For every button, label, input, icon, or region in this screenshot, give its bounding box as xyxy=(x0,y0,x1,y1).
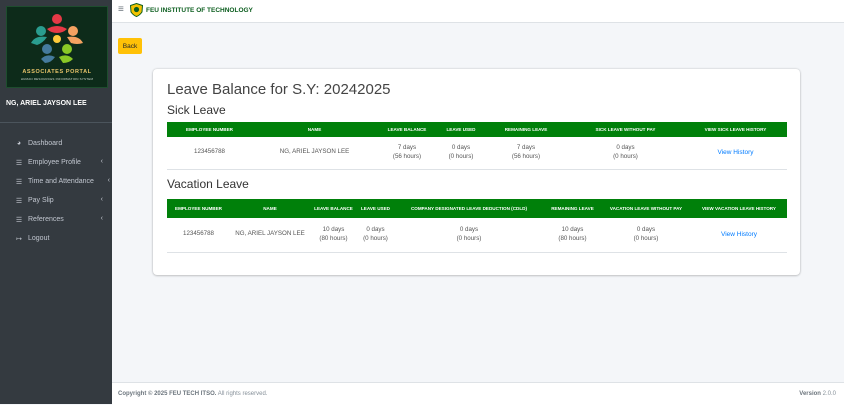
remaining-leave-cell: 7 days (56 hours) xyxy=(485,137,567,170)
column-header: REMAINING LEAVE xyxy=(544,199,601,218)
sidebar: ASSOCIATES PORTAL HUMAN RESOURCES INFORM… xyxy=(0,0,112,404)
column-header: LEAVE BALANCE xyxy=(310,199,357,218)
name-cell: NG, ARIEL JAYSON LEE xyxy=(230,218,310,253)
remaining-leave-cell: 10 days (80 hours) xyxy=(544,218,601,253)
people-logo-icon xyxy=(31,14,83,63)
table-header-row: EMPLOYEE NUMBER NAME LEAVE BALANCE LEAVE… xyxy=(167,199,787,218)
brand-subtitle: HUMAN RESOURCES INFORMATION SYSTEM xyxy=(20,77,94,81)
vacation-leave-title: Vacation Leave xyxy=(167,177,249,191)
leave-balance-cell: 10 days (80 hours) xyxy=(310,218,357,253)
sidebar-item-label: Dashboard xyxy=(28,140,63,147)
without-pay-cell: 0 days (0 hours) xyxy=(601,218,691,253)
leave-used-cell: 0 days (0 hours) xyxy=(437,137,485,170)
column-header: LEAVE USED xyxy=(357,199,394,218)
sidebar-item-pay-slip[interactable]: ☰ Pay Slip ‹ xyxy=(0,191,112,210)
column-header: LEAVE BALANCE xyxy=(377,122,437,137)
list-icon: ☰ xyxy=(15,197,23,205)
sidebar-item-logout[interactable]: ↦ Logout xyxy=(0,229,112,248)
column-header: LEAVE USED xyxy=(437,122,485,137)
leave-balance-cell: 7 days (56 hours) xyxy=(377,137,437,170)
employee-number-cell: 123456788 xyxy=(167,218,230,253)
sidebar-item-label: Pay Slip xyxy=(28,197,54,204)
table-row: 123456788 NG, ARIEL JAYSON LEE 10 days (8… xyxy=(167,218,787,253)
user-name[interactable]: NG, ARIEL JAYSON LEE xyxy=(6,100,87,107)
view-sick-history-link[interactable]: View History xyxy=(717,149,753,156)
feu-shield-logo-icon[interactable] xyxy=(130,3,143,17)
sick-leave-title: Sick Leave xyxy=(167,103,226,117)
institute-name[interactable]: FEU INSTITUTE OF TECHNOLOGY xyxy=(146,7,253,14)
list-icon: ☰ xyxy=(15,178,23,186)
sidebar-item-dashboard[interactable]: ◕ Dashboard xyxy=(0,134,112,153)
associates-portal-logo[interactable]: ASSOCIATES PORTAL HUMAN RESOURCES INFORM… xyxy=(6,6,108,88)
user-panel[interactable]: NG, ARIEL JAYSON LEE xyxy=(0,88,112,123)
history-cell: View History xyxy=(684,137,787,170)
view-vacation-history-link[interactable]: View History xyxy=(721,231,757,238)
name-cell: NG, ARIEL JAYSON LEE xyxy=(252,137,377,170)
column-header: EMPLOYEE NUMBER xyxy=(167,122,252,137)
sidebar-item-label: Time and Attendance xyxy=(28,178,94,185)
version-text: Version 2.0.0 xyxy=(799,391,836,397)
top-navbar: ≡ FEU INSTITUTE OF TECHNOLOGY xyxy=(112,0,844,23)
logout-icon: ↦ xyxy=(16,235,22,243)
without-pay-cell: 0 days (0 hours) xyxy=(567,137,684,170)
sidebar-item-references[interactable]: ☰ References ‹ xyxy=(0,210,112,229)
column-header: VACATION LEAVE WITHOUT PAY xyxy=(601,199,691,218)
chevron-left-icon: ‹ xyxy=(100,158,103,165)
cdld-cell: 0 days (0 hours) xyxy=(394,218,544,253)
column-header: REMAINING LEAVE xyxy=(485,122,567,137)
sidebar-item-label: Logout xyxy=(28,235,50,242)
column-header: VIEW SICK LEAVE HISTORY xyxy=(684,122,787,137)
sidebar-item-time-and-attendance[interactable]: ☰ Time and Attendance ‹ xyxy=(0,172,112,191)
footer: Copyright © 2025 FEU TECH ITSO. All righ… xyxy=(112,382,844,405)
sidebar-nav: ◕ Dashboard ☰ Employee Profile ‹ ☰ Time … xyxy=(0,134,112,248)
sidebar-item-label: References xyxy=(28,216,64,223)
sidebar-item-employee-profile[interactable]: ☰ Employee Profile ‹ xyxy=(0,153,112,172)
list-icon: ☰ xyxy=(15,216,23,224)
column-header: VIEW VACATION LEAVE HISTORY xyxy=(691,199,787,218)
column-header: NAME xyxy=(252,122,377,137)
column-header: EMPLOYEE NUMBER xyxy=(167,199,230,218)
column-header: NAME xyxy=(230,199,310,218)
copyright-text: Copyright © 2025 FEU TECH ITSO. All righ… xyxy=(118,391,268,397)
table-header-row: EMPLOYEE NUMBER NAME LEAVE BALANCE LEAVE… xyxy=(167,122,787,137)
table-row: 123456788 NG, ARIEL JAYSON LEE 7 days (56… xyxy=(167,137,787,170)
column-header: SICK LEAVE WITHOUT PAY xyxy=(567,122,684,137)
chevron-left-icon: ‹ xyxy=(100,215,103,222)
brand-title: ASSOCIATES PORTAL xyxy=(22,69,92,75)
leave-used-cell: 0 days (0 hours) xyxy=(357,218,394,253)
list-icon: ☰ xyxy=(15,159,23,167)
back-button[interactable]: Back xyxy=(118,38,142,54)
sick-leave-table: EMPLOYEE NUMBER NAME LEAVE BALANCE LEAVE… xyxy=(167,122,787,170)
leave-balance-card: Leave Balance for S.Y: 20242025 Sick Lea… xyxy=(153,69,800,275)
history-cell: View History xyxy=(691,218,787,253)
chevron-left-icon: ‹ xyxy=(107,177,110,184)
column-header: COMPANY DESIGNATED LEAVE DEDUCTION (CDLD… xyxy=(394,199,544,218)
sidebar-item-label: Employee Profile xyxy=(28,159,81,166)
employee-number-cell: 123456788 xyxy=(167,137,252,170)
chevron-left-icon: ‹ xyxy=(100,196,103,203)
page-title: Leave Balance for S.Y: 20242025 xyxy=(167,81,391,98)
vacation-leave-table: EMPLOYEE NUMBER NAME LEAVE BALANCE LEAVE… xyxy=(167,199,787,253)
hamburger-menu-icon[interactable]: ≡ xyxy=(118,4,124,15)
dashboard-icon: ◕ xyxy=(16,140,22,147)
